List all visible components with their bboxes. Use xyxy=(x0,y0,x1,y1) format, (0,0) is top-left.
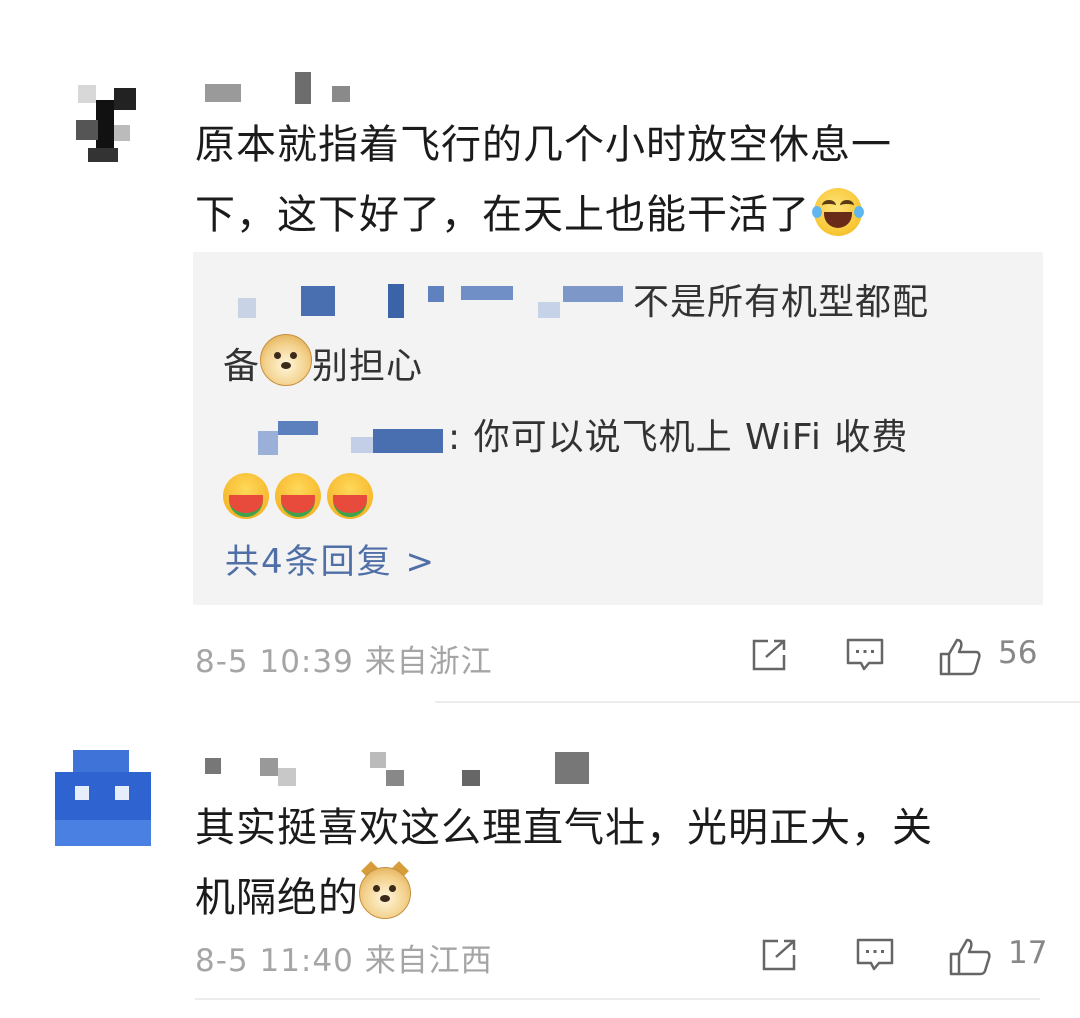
reply-username-blurred[interactable] xyxy=(223,284,633,320)
divider xyxy=(195,998,1040,1000)
like-count: 56 xyxy=(998,635,1038,671)
like-count: 17 xyxy=(1008,935,1048,971)
avatar[interactable] xyxy=(55,750,151,846)
reply-item: : 你可以说飞机上 WiFi 收费 xyxy=(223,407,1023,531)
comment-actions: 56 xyxy=(750,633,1050,679)
more-replies-link[interactable]: 共4条回复 > xyxy=(225,534,436,583)
comment-text: 其实挺喜欢这么理直气壮，光明正大，关 机隔绝的 xyxy=(195,805,933,921)
like-thumb-icon[interactable] xyxy=(948,937,992,977)
location: 来自浙江 xyxy=(364,644,493,680)
doge-icon xyxy=(359,861,411,919)
avatar[interactable] xyxy=(58,70,154,166)
doge-icon xyxy=(260,328,313,386)
comment-icon[interactable] xyxy=(855,937,895,973)
share-icon[interactable] xyxy=(760,937,800,973)
comment-item: 其实挺喜欢这么理直气壮，光明正大，关 机隔绝的 8-5 11:40 来自江西 1… xyxy=(0,705,1080,1018)
timestamp: 8-5 10:39 xyxy=(195,644,354,680)
laughing-tears-icon xyxy=(812,188,864,236)
comment-text: 原本就指着飞行的几个小时放空休息一 下，这下好了，在天上也能干活了 xyxy=(195,122,892,238)
comment-actions: 17 xyxy=(760,933,1060,979)
comment-meta: 8-5 10:39 来自浙江 xyxy=(195,636,493,681)
reply-box[interactable]: 不是所有机型都配 备别担心 : 你可以说飞机上 WiFi 收费 共4条回复 > xyxy=(193,252,1043,605)
timestamp: 8-5 11:40 xyxy=(195,943,354,979)
comment-item: 原本就指着飞行的几个小时放空休息一 下，这下好了，在天上也能干活了 不是所有机型… xyxy=(0,0,1080,705)
watermelon-eating-icon xyxy=(275,473,321,519)
username-blurred[interactable] xyxy=(200,750,600,790)
reply-item: 不是所有机型都配 备别担心 xyxy=(223,282,930,387)
watermelon-eating-icon xyxy=(223,473,269,519)
watermelon-eating-icon xyxy=(327,473,373,519)
comment-icon[interactable] xyxy=(845,637,885,673)
like-thumb-icon[interactable] xyxy=(938,637,982,677)
comment-meta: 8-5 11:40 来自江西 xyxy=(195,935,493,980)
share-icon[interactable] xyxy=(750,637,790,673)
divider xyxy=(435,701,1080,703)
reply-username-blurred[interactable] xyxy=(223,419,448,455)
username-blurred[interactable] xyxy=(200,64,380,104)
location: 来自江西 xyxy=(364,943,493,979)
